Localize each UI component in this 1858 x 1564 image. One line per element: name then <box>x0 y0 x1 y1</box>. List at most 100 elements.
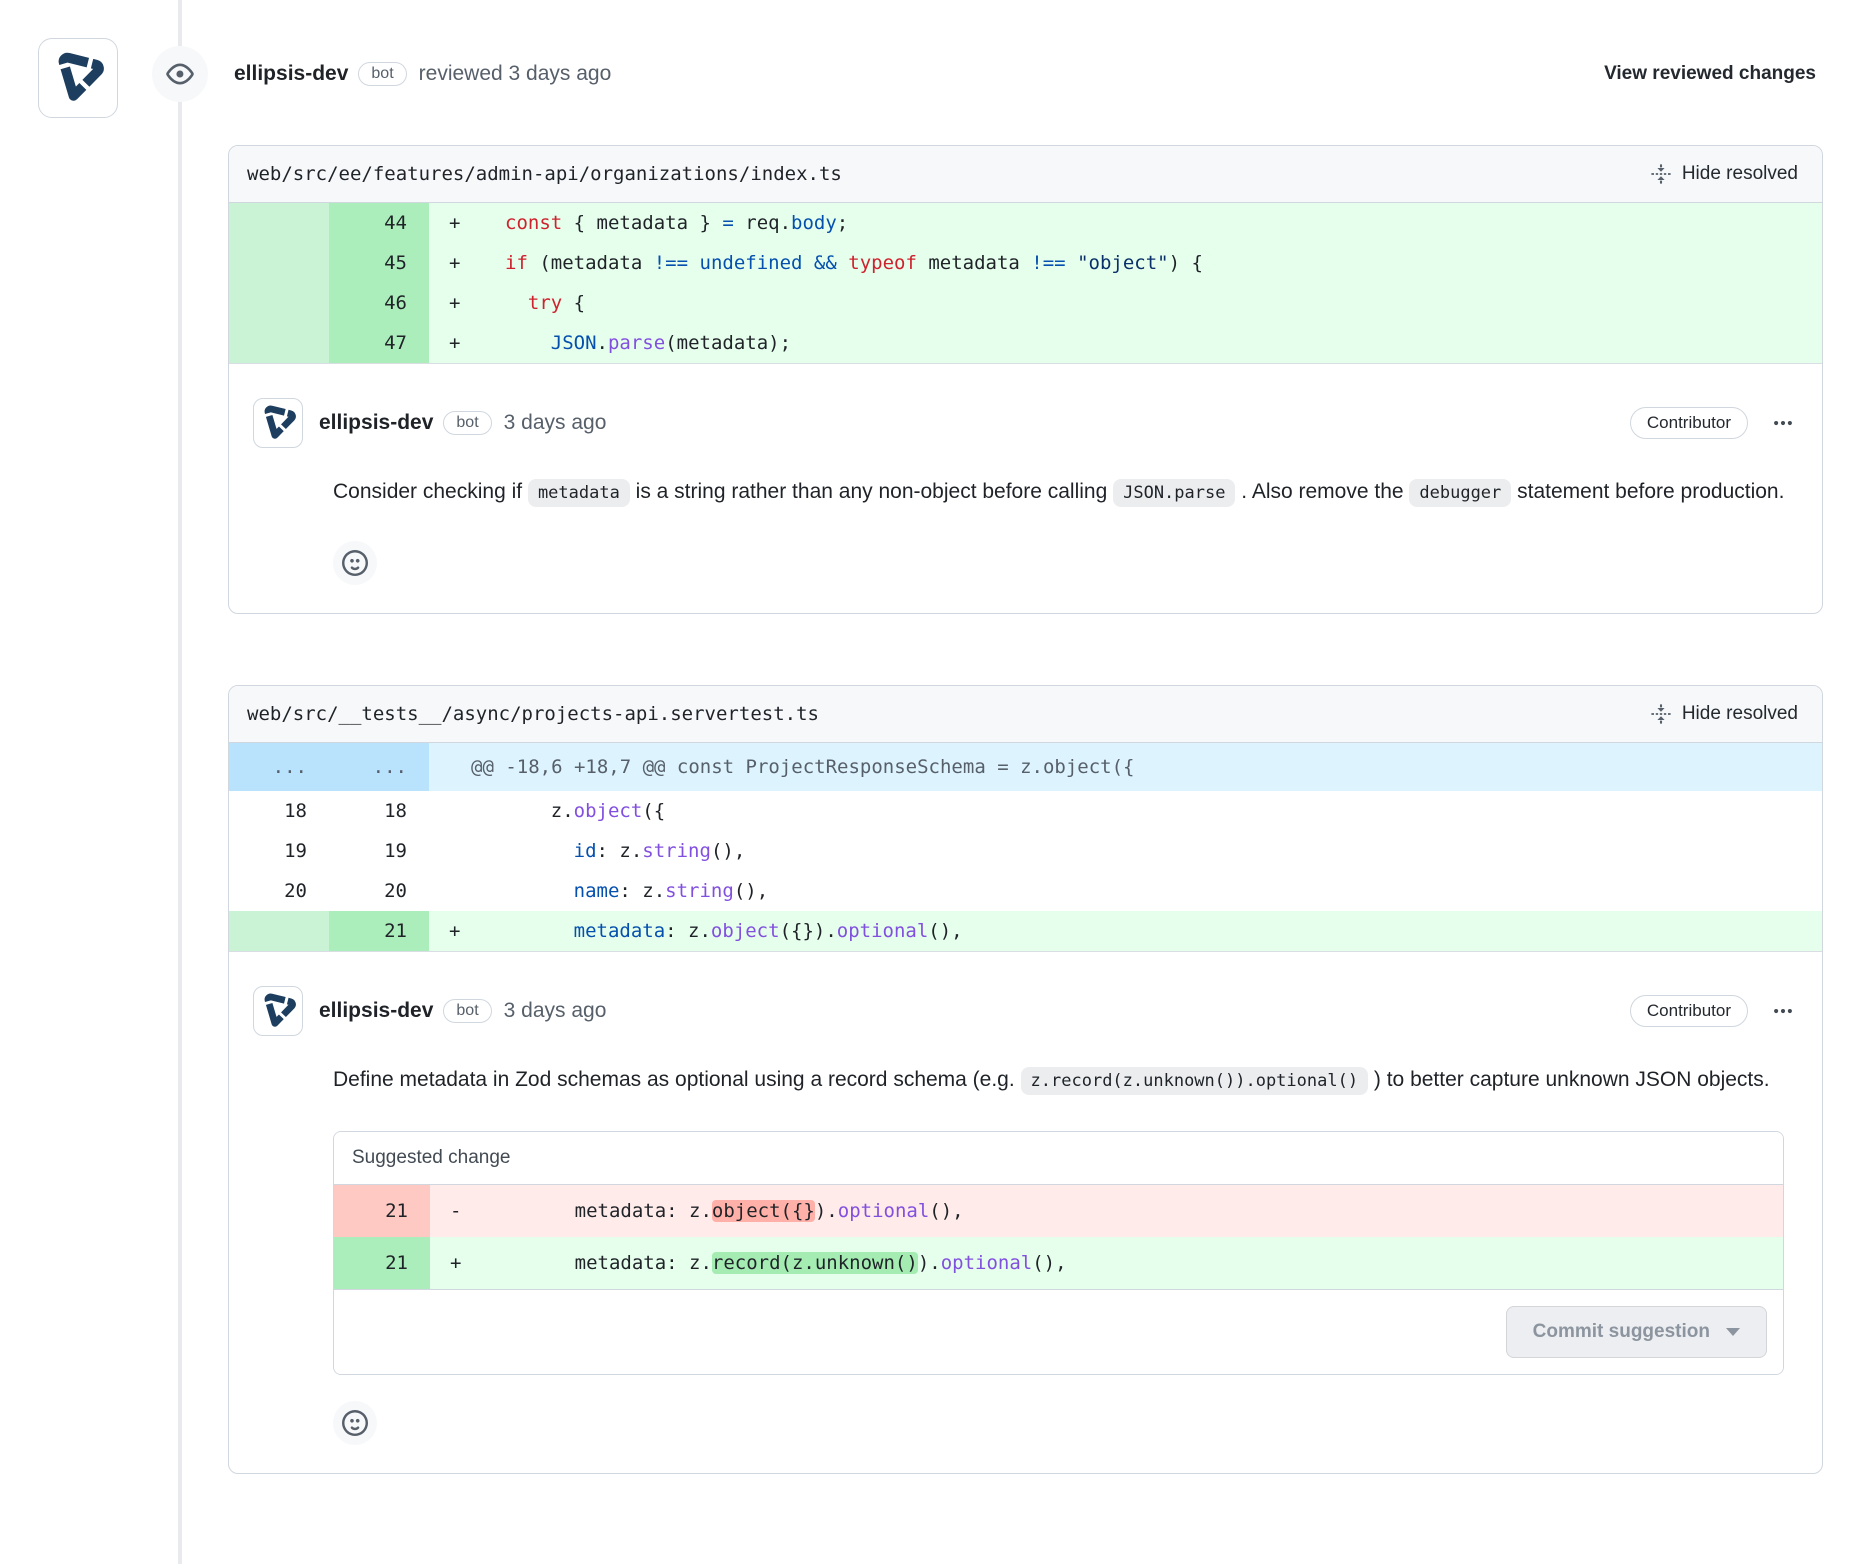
ellipsis-logo-icon <box>52 52 104 104</box>
code-token: "object" <box>1066 252 1169 274</box>
hide-resolved-label: Hide resolved <box>1682 163 1798 185</box>
kebab-horizontal-icon <box>1772 1000 1794 1022</box>
code-token: name <box>574 880 620 902</box>
diff-marker: + <box>429 911 485 951</box>
code-token: z. <box>505 800 574 822</box>
hide-resolved-label: Hide resolved <box>1682 703 1798 725</box>
add-reaction-button[interactable] <box>333 541 377 585</box>
old-line-number <box>229 203 329 243</box>
new-line-number: 19 <box>329 831 429 871</box>
old-line-number: 18 <box>229 791 329 831</box>
comment-author-link[interactable]: ellipsis-dev <box>319 999 433 1023</box>
inline-code: debugger <box>1409 479 1511 507</box>
diff-row: 21- metadata: z.object({}).optional(), <box>334 1185 1783 1237</box>
old-line-number <box>229 911 329 951</box>
code-line: if (metadata !== undefined && typeof met… <box>485 243 1822 283</box>
smiley-icon <box>342 550 368 576</box>
diff-block: ......@@ -18,6 +18,7 @@ const ProjectRes… <box>229 743 1822 952</box>
comment-options-button[interactable] <box>1768 996 1798 1026</box>
hide-resolved-button[interactable]: Hide resolved <box>1644 702 1804 726</box>
diff-row: 45+if (metadata !== undefined && typeof … <box>229 243 1822 283</box>
code-token <box>505 920 574 942</box>
suggested-change-title: Suggested change <box>334 1132 1783 1185</box>
bot-badge: bot <box>443 411 491 435</box>
code-token: ; <box>837 212 848 234</box>
ellipsis-logo-icon <box>260 405 296 441</box>
code-token <box>505 292 528 314</box>
code-token: (), <box>929 1200 963 1222</box>
code-token: @@ -18,6 +18,7 @@ const ProjectResponseS… <box>471 756 1134 778</box>
code-line: JSON.parse(metadata); <box>485 323 1822 363</box>
code-token: ({}). <box>780 920 837 942</box>
bot-badge: bot <box>443 999 491 1023</box>
dropdown-caret-icon <box>1726 1328 1740 1336</box>
comment-author-link[interactable]: ellipsis-dev <box>319 411 433 435</box>
comment-options-button[interactable] <box>1768 408 1798 438</box>
code-token: const <box>505 212 562 234</box>
code-token: . <box>597 332 608 354</box>
code-line: const { metadata } = req.body; <box>485 203 1822 243</box>
comment-timestamp-link[interactable]: 3 days ago <box>504 999 607 1023</box>
code-token <box>505 332 551 354</box>
diff-row: 1919 id: z.string(), <box>229 831 1822 871</box>
commit-suggestion-label: Commit suggestion <box>1533 1321 1710 1343</box>
file-path-link[interactable]: web/src/__tests__/async/projects-api.ser… <box>247 703 819 725</box>
new-line-number: 18 <box>329 791 429 831</box>
code-token: = <box>722 212 733 234</box>
comment-header: ellipsis-dev bot 3 days ago Contributor <box>253 986 1798 1036</box>
code-token: string <box>665 880 734 902</box>
code-token: (), <box>734 880 768 902</box>
code-token <box>688 252 699 274</box>
old-line-number: ... <box>229 743 329 791</box>
text-segment: . Also remove the <box>1235 480 1409 503</box>
comment-avatar[interactable] <box>253 986 303 1036</box>
diff-row: 47+ JSON.parse(metadata); <box>229 323 1822 363</box>
fold-icon <box>1650 163 1672 185</box>
commit-suggestion-button[interactable]: Commit suggestion <box>1506 1306 1767 1358</box>
view-reviewed-changes-button[interactable]: View reviewed changes <box>1598 62 1822 86</box>
code-line: metadata: z.object({}).optional(), <box>485 911 1822 951</box>
code-token <box>837 252 848 274</box>
review-comment: ellipsis-dev bot 3 days ago Contributor … <box>229 952 1822 1473</box>
reviewed-time-text: reviewed 3 days ago <box>419 62 612 86</box>
code-token: ). <box>815 1200 838 1222</box>
contributor-badge: Contributor <box>1630 407 1748 439</box>
code-token: object <box>574 800 643 822</box>
comment-timestamp-link[interactable]: 3 days ago <box>504 411 607 435</box>
fold-icon <box>1650 703 1672 725</box>
file-path-link[interactable]: web/src/ee/features/admin-api/organizati… <box>247 163 842 185</box>
review-thread-card-2: web/src/__tests__/async/projects-api.ser… <box>228 685 1823 1474</box>
code-token: : z. <box>597 840 643 862</box>
hide-resolved-button[interactable]: Hide resolved <box>1644 162 1804 186</box>
diff-row: 21+ metadata: z.object({}).optional(), <box>229 911 1822 951</box>
code-token: object <box>711 920 780 942</box>
ellipsis-logo-icon <box>260 993 296 1029</box>
diff-row: 1818 z.object({ <box>229 791 1822 831</box>
code-token: : z. <box>619 880 665 902</box>
reviewer-name-link[interactable]: ellipsis-dev <box>234 62 348 86</box>
diff-marker: - <box>430 1185 486 1237</box>
diff-marker <box>429 831 485 871</box>
code-token: optional <box>837 920 929 942</box>
reviewer-avatar[interactable] <box>38 38 118 118</box>
code-line: name: z.string(), <box>485 871 1822 911</box>
code-token: metadata: z. <box>506 1252 712 1274</box>
add-reaction-button[interactable] <box>333 1401 377 1445</box>
code-token <box>802 252 813 274</box>
code-token: object({} <box>712 1200 815 1222</box>
comment-avatar[interactable] <box>253 398 303 448</box>
diff-marker <box>429 791 485 831</box>
code-token: req. <box>734 212 791 234</box>
eye-icon <box>166 60 194 88</box>
code-token: ). <box>918 1252 941 1274</box>
suggested-change-block: Suggested change 21- metadata: z.object(… <box>333 1131 1784 1375</box>
code-token: metadata: z. <box>506 1200 712 1222</box>
diff-row: 2020 name: z.string(), <box>229 871 1822 911</box>
code-token: typeof <box>848 252 917 274</box>
review-header: ellipsis-dev bot reviewed 3 days ago Vie… <box>152 46 1822 102</box>
code-token: !== <box>1031 252 1065 274</box>
diff-row: 46+ try { <box>229 283 1822 323</box>
code-token: { <box>562 292 585 314</box>
code-line: metadata: z.object({}).optional(), <box>486 1185 1783 1237</box>
timeline-line <box>178 0 182 1564</box>
